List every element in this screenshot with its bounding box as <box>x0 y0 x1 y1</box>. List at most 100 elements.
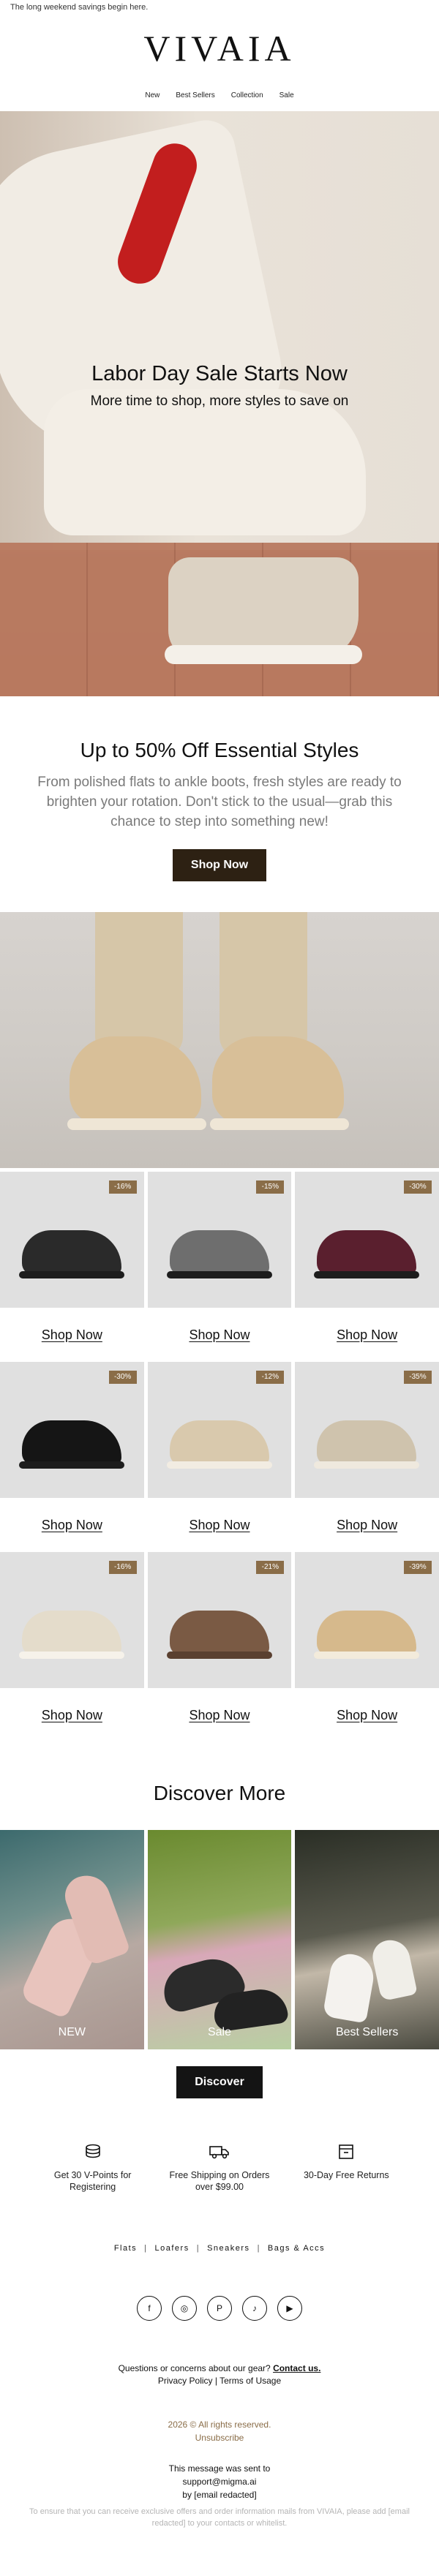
contact-us-link[interactable]: Contact us. <box>273 2363 320 2373</box>
nav-new[interactable]: New <box>145 91 160 99</box>
perk-text: Get 30 V-Points for Registering <box>53 2170 132 2192</box>
shop-now-link[interactable]: Shop Now <box>189 1327 249 1343</box>
discover-label: Best Sellers <box>335 2026 399 2038</box>
product-card[interactable]: -35% Shop Now <box>295 1362 439 1552</box>
category-sneakers[interactable]: Sneakers <box>207 2244 249 2253</box>
product-link-wrap: Shop Now <box>295 1498 439 1552</box>
shop-now-link[interactable]: Shop Now <box>189 1518 249 1533</box>
truck-icon <box>209 2146 229 2159</box>
discover-button[interactable]: Discover <box>176 2066 263 2098</box>
shop-now-link[interactable]: Shop Now <box>42 1327 102 1343</box>
product-image[interactable]: -16% <box>0 1172 144 1308</box>
shop-now-link[interactable]: Shop Now <box>189 1708 249 1723</box>
brand-logo[interactable]: VIVAIA <box>143 27 295 69</box>
product-image[interactable]: -30% <box>0 1362 144 1498</box>
product-image[interactable]: -12% <box>147 1362 292 1498</box>
discount-badge: -21% <box>256 1561 285 1574</box>
copyright-text: 2026 © All rights reserved. <box>168 2419 271 2430</box>
shoe-sole <box>166 1461 272 1469</box>
shoe-sole <box>166 1271 272 1278</box>
shoe-sole <box>314 1652 420 1659</box>
hero-title: Labor Day Sale Starts Now <box>91 362 348 385</box>
discover-tile-new[interactable]: NEW <box>0 1830 144 2049</box>
category-loafers[interactable]: Loafers <box>155 2244 190 2253</box>
shoe-sole <box>19 1271 124 1278</box>
product-card[interactable]: -39% Shop Now <box>295 1552 439 1742</box>
return-box-icon <box>339 2144 354 2159</box>
product-card[interactable]: -30% Shop Now <box>0 1362 144 1552</box>
contact-question: Questions or concerns about our gear? <box>118 2363 271 2373</box>
nav-collection[interactable]: Collection <box>231 91 263 99</box>
boots-banner[interactable] <box>0 912 439 1168</box>
product-image[interactable]: -30% <box>295 1172 439 1308</box>
category-bags-accs[interactable]: Bags & Accs <box>268 2244 325 2253</box>
discover-label: NEW <box>58 2026 86 2038</box>
intro-body: From polished flats to ankle boots, fres… <box>37 775 402 829</box>
contact-us-label: Contact us. <box>273 2363 321 2373</box>
youtube-icon[interactable]: ▶ <box>277 2296 302 2321</box>
banner-boot-left <box>70 1036 201 1124</box>
discount-badge: -12% <box>256 1371 285 1384</box>
shoe-shape <box>169 1230 269 1276</box>
shop-now-link[interactable]: Shop Now <box>337 1708 397 1723</box>
product-card[interactable]: -21% Shop Now <box>147 1552 292 1742</box>
discover-tile-best-sellers[interactable]: Best Sellers <box>295 1830 439 2049</box>
unsubscribe-link[interactable]: Unsubscribe <box>195 2433 244 2443</box>
fine-print: To ensure that you can receive exclusive… <box>29 2507 410 2528</box>
perk-item: 30-Day Free Returns <box>291 2143 401 2232</box>
sent-email: support@migma.ai <box>182 2477 257 2487</box>
product-link-wrap: Shop Now <box>0 1688 144 1742</box>
instagram-icon[interactable]: ◎ <box>172 2296 197 2321</box>
terms-of-usage-link[interactable]: Terms of Usage <box>220 2376 281 2386</box>
intro-section: Up to 50% Off Essential Styles From poli… <box>0 696 439 912</box>
discover-label: Sale <box>207 2026 231 2038</box>
discount-badge: -30% <box>403 1180 432 1194</box>
category-links: Flats | Loafers | Sneakers | Bags & Accs <box>0 2232 439 2264</box>
divider: | <box>144 2244 148 2253</box>
discount-badge: -30% <box>108 1371 137 1384</box>
nav-best-sellers[interactable]: Best Sellers <box>176 91 214 99</box>
discount-badge: -35% <box>403 1371 432 1384</box>
shoe-sole <box>19 1461 124 1469</box>
discover-tile-sale[interactable]: Sale <box>147 1830 292 2049</box>
product-image[interactable]: -16% <box>0 1552 144 1688</box>
product-grid: -16% Shop Now -15% Shop Now -30% Shop No… <box>0 1168 439 1742</box>
product-link-wrap: Shop Now <box>148 1688 292 1742</box>
divider: | <box>196 2244 200 2253</box>
perk-text: Free Shipping on Orders over $99.00 <box>169 2170 270 2192</box>
product-card[interactable]: -16% Shop Now <box>0 1552 144 1742</box>
tiktok-icon[interactable]: ♪ <box>242 2296 267 2321</box>
product-card[interactable]: -30% Shop Now <box>295 1172 439 1362</box>
discount-badge: -39% <box>403 1561 432 1574</box>
nav-sale[interactable]: Sale <box>279 91 294 99</box>
pinterest-icon[interactable]: P <box>207 2296 232 2321</box>
shop-now-link[interactable]: Shop Now <box>337 1327 397 1343</box>
product-card[interactable]: -16% Shop Now <box>0 1172 144 1362</box>
social-links: f ◎ P ♪ ▶ <box>0 2264 439 2352</box>
copyright-block: 2026 © All rights reserved. Unsubscribe <box>0 2418 439 2462</box>
shoe-shape <box>317 1420 417 1466</box>
shop-now-link[interactable]: Shop Now <box>42 1518 102 1533</box>
product-card[interactable]: -15% Shop Now <box>147 1172 292 1362</box>
hero-boot-sole <box>165 645 362 664</box>
product-image[interactable]: -35% <box>295 1362 439 1498</box>
hero-banner[interactable]: Labor Day Sale Starts Now More time to s… <box>0 111 439 696</box>
preheader-text: The long weekend savings begin here. <box>10 3 149 12</box>
hero-pants <box>44 389 366 535</box>
product-card[interactable]: -12% Shop Now <box>147 1362 292 1552</box>
category-flats[interactable]: Flats <box>114 2244 137 2253</box>
coins-icon <box>85 2144 100 2158</box>
product-image[interactable]: -21% <box>147 1552 292 1688</box>
product-image[interactable]: -15% <box>147 1172 292 1308</box>
top-nav: New Best Sellers Collection Sale <box>0 79 439 111</box>
shop-now-link[interactable]: Shop Now <box>42 1708 102 1723</box>
shop-now-link[interactable]: Shop Now <box>337 1518 397 1533</box>
sent-by: by [email redacted] <box>182 2490 257 2500</box>
shop-now-button[interactable]: Shop Now <box>173 849 266 881</box>
facebook-icon[interactable]: f <box>137 2296 162 2321</box>
privacy-policy-link[interactable]: Privacy Policy <box>158 2376 213 2386</box>
perk-item: Free Shipping on Orders over $99.00 <box>165 2143 274 2232</box>
discover-button-wrap: Discover <box>0 2049 439 2115</box>
contact-line: Questions or concerns about our gear? Co… <box>0 2362 439 2375</box>
product-image[interactable]: -39% <box>295 1552 439 1688</box>
